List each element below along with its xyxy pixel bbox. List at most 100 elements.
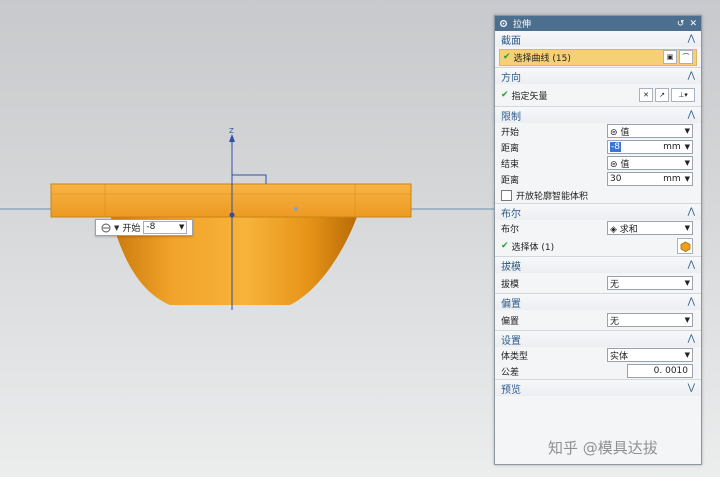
dialog-titlebar[interactable]: 拉伸 ↺ ✕ <box>495 16 701 31</box>
reset-icon[interactable]: ↺ <box>677 19 685 29</box>
section-title: 截面 <box>501 35 521 47</box>
specify-vector-label: 指定矢量 <box>511 91 548 102</box>
end-label: 结束 <box>501 159 520 170</box>
offset-label: 偏置 <box>501 316 520 327</box>
chevron-up-icon[interactable]: ⋀ <box>688 334 695 344</box>
curve-icon[interactable]: ⌒ <box>679 50 693 64</box>
inline-widget-label: 开始 <box>122 224 141 234</box>
section-settings: 设置 ⋀ 体类型 实体 ▼ 公差 0. 0010 <box>495 331 701 380</box>
tolerance-input[interactable]: 0. 0010 <box>627 364 693 378</box>
tolerance-row: 公差 0. 0010 <box>495 363 701 379</box>
section-header-limits[interactable]: 限制 ⋀ <box>495 107 701 123</box>
chevron-down-icon[interactable]: ▼ <box>179 222 184 233</box>
specify-vector-row[interactable]: ✔ 指定矢量 ✕ ↗ ⊥▾ <box>495 84 701 106</box>
section-header-preview[interactable]: 预览 ⋁ <box>495 380 701 396</box>
value-type-icon[interactable] <box>101 223 111 233</box>
section-profile: 截面 ⋀ ✔ 选择曲线 (15) ▣ ⌒ <box>495 31 701 68</box>
inline-limit-widget[interactable]: ▼ 开始 -8 ▼ <box>95 219 193 236</box>
section-direction: 方向 ⋀ ✔ 指定矢量 ✕ ↗ ⊥▾ <box>495 68 701 107</box>
section-header-settings[interactable]: 设置 ⋀ <box>495 331 701 347</box>
section-preview: 预览 ⋁ <box>495 380 701 396</box>
body-type-label: 体类型 <box>501 351 529 362</box>
end-distance-label: 距离 <box>501 175 520 186</box>
section-header-boolean[interactable]: 布尔 ⋀ <box>495 204 701 220</box>
select-curve-row[interactable]: ✔ 选择曲线 (15) ▣ ⌒ <box>499 48 697 66</box>
end-distance-input[interactable]: 30 mm ▼ <box>607 172 693 186</box>
section-offset: 偏置 ⋀ 偏置 无 ▼ <box>495 294 701 331</box>
draft-select[interactable]: 无 ▼ <box>607 276 693 290</box>
solid-body-icon[interactable] <box>677 238 693 254</box>
dialog-title: 拉伸 <box>513 20 532 30</box>
end-type-value: 值 <box>620 159 630 170</box>
watermark-text: 知乎 @模具达拔 <box>548 439 658 457</box>
chevron-down-icon[interactable]: ▼ <box>685 279 690 287</box>
sketch-section-icon[interactable]: ▣ <box>663 50 677 64</box>
distance-row: 距离 -8 mm ▼ <box>495 139 701 155</box>
draft-label: 拔模 <box>501 279 520 290</box>
chevron-down-icon[interactable]: ▼ <box>114 224 119 232</box>
section-title: 设置 <box>501 335 521 347</box>
start-row: 开始 ⊜ 值 ▼ <box>495 123 701 139</box>
offset-row: 偏置 无 ▼ <box>495 310 701 330</box>
section-draft: 拔模 ⋀ 拔模 无 ▼ <box>495 257 701 294</box>
checkmark-icon: ✔ <box>501 241 509 251</box>
end-row: 结束 ⊜ 值 ▼ <box>495 155 701 171</box>
body-type-value: 实体 <box>610 351 629 362</box>
boolean-value: 求和 <box>619 224 638 235</box>
chevron-up-icon[interactable]: ⋀ <box>688 34 695 44</box>
inline-start-value-field[interactable]: -8 ▼ <box>143 221 188 234</box>
section-header-offset[interactable]: 偏置 ⋀ <box>495 294 701 310</box>
distance-input[interactable]: -8 mm ▼ <box>607 140 693 154</box>
select-body-row[interactable]: ✔ 选择体 (1) <box>495 236 701 256</box>
section-title: 限制 <box>501 111 521 123</box>
chevron-up-icon[interactable]: ⋀ <box>688 260 695 270</box>
distance-label: 距离 <box>501 143 520 154</box>
select-body-label: 选择体 (1) <box>511 242 555 253</box>
chevron-down-icon[interactable]: ▼ <box>685 224 690 232</box>
chevron-down-icon[interactable]: ▼ <box>685 127 690 135</box>
end-type-select[interactable]: ⊜ 值 ▼ <box>607 156 693 170</box>
section-title: 预览 <box>501 384 521 396</box>
start-type-select[interactable]: ⊜ 值 ▼ <box>607 124 693 138</box>
boolean-row: 布尔 ◈ 求和 ▼ <box>495 220 701 236</box>
end-distance-unit: mm <box>663 174 681 184</box>
chevron-down-icon[interactable]: ▼ <box>685 316 690 324</box>
body-type-select[interactable]: 实体 ▼ <box>607 348 693 362</box>
section-header-profile[interactable]: 截面 ⋀ <box>495 31 701 47</box>
section-title: 布尔 <box>501 208 521 220</box>
start-type-value: 值 <box>620 127 630 138</box>
unite-icon: ◈ <box>610 224 617 235</box>
chevron-down-icon[interactable]: ▼ <box>685 351 690 359</box>
reverse-direction-icon[interactable]: ✕ <box>639 88 653 102</box>
offset-value: 无 <box>610 316 620 327</box>
open-profile-row[interactable]: 开放轮廓智能体积 <box>495 187 701 203</box>
distance-unit: mm <box>663 142 681 152</box>
chevron-down-icon[interactable]: ▼ <box>685 175 690 183</box>
section-header-direction[interactable]: 方向 ⋀ <box>495 68 701 84</box>
section-header-draft[interactable]: 拔模 ⋀ <box>495 257 701 273</box>
chevron-down-icon[interactable]: ▼ <box>685 159 690 167</box>
chevron-up-icon[interactable]: ⋀ <box>688 297 695 307</box>
draft-value: 无 <box>610 279 620 290</box>
tolerance-label: 公差 <box>501 367 520 378</box>
offset-select[interactable]: 无 ▼ <box>607 313 693 327</box>
checkmark-icon: ✔ <box>503 52 511 62</box>
draft-row: 拔模 无 ▼ <box>495 273 701 293</box>
boolean-select[interactable]: ◈ 求和 ▼ <box>607 221 693 235</box>
chevron-up-icon[interactable]: ⋀ <box>688 71 695 81</box>
chevron-down-icon[interactable]: ▼ <box>685 143 690 151</box>
select-curve-label: 选择曲线 (15) <box>513 53 571 64</box>
distance-value: -8 <box>610 142 621 152</box>
chevron-up-icon[interactable]: ⋀ <box>688 110 695 120</box>
section-title: 方向 <box>501 72 521 84</box>
z-axis-label: Z <box>229 127 234 135</box>
checkmark-icon: ✔ <box>501 90 509 100</box>
end-distance-row: 距离 30 mm ▼ <box>495 171 701 187</box>
vector-dialog-icon[interactable]: ↗ <box>655 88 669 102</box>
section-title: 拔模 <box>501 261 521 273</box>
close-icon[interactable]: ✕ <box>689 19 697 29</box>
chevron-down-icon[interactable]: ⋁ <box>688 383 695 393</box>
open-profile-checkbox[interactable] <box>501 189 512 201</box>
vector-options-icon[interactable]: ⊥▾ <box>671 88 695 102</box>
chevron-up-icon[interactable]: ⋀ <box>688 207 695 217</box>
